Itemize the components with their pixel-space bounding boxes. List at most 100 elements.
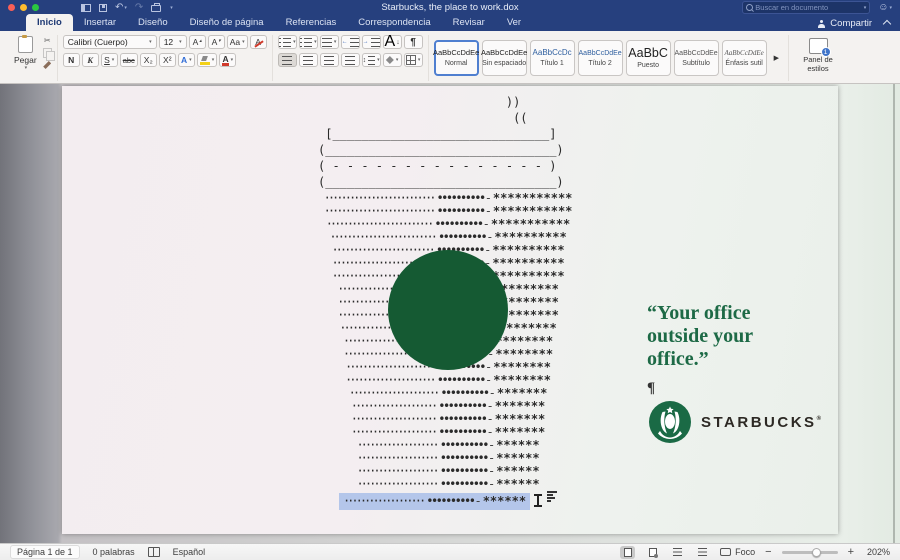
shrink-font-button[interactable]: A — [208, 35, 225, 49]
redo-icon[interactable]: ↷ — [135, 3, 143, 13]
document-page[interactable]: )) (( [______________________________] (… — [62, 86, 838, 534]
print-icon[interactable] — [151, 5, 161, 12]
align-center-button[interactable] — [299, 53, 318, 67]
italic-button[interactable]: K — [82, 53, 99, 67]
paste-button[interactable]: Pegar — [11, 35, 40, 81]
starbucks-brand-block[interactable]: STARBUCKS® — [648, 400, 821, 444]
superscript-button[interactable]: X² — [159, 53, 176, 67]
show-formatting-button[interactable]: ¶ — [404, 35, 423, 49]
style-titulo-2[interactable]: AaBbCcDdEe Título 2 — [578, 40, 623, 76]
style-subtitulo[interactable]: AaBbCcDdEe Subtítulo — [674, 40, 719, 76]
ascii-cup-lid[interactable]: )) (( [______________________________] (… — [318, 94, 578, 190]
increase-indent-button[interactable] — [362, 35, 381, 49]
styles-group: AaBbCcDdEe Normal AaBbCcDdEe Sin espacia… — [429, 35, 789, 81]
share-person-icon — [817, 20, 826, 28]
tab-referencias[interactable]: Referencias — [275, 14, 348, 31]
align-right-button[interactable] — [320, 53, 339, 67]
decrease-indent-button[interactable] — [341, 35, 360, 49]
focus-label: Foco — [735, 547, 755, 557]
justify-button[interactable] — [341, 53, 360, 67]
style-puesto[interactable]: AaBbC Puesto — [626, 40, 671, 76]
bold-button[interactable]: N — [63, 53, 80, 67]
zoom-slider[interactable] — [782, 551, 838, 554]
multilevel-list-button[interactable] — [320, 35, 339, 49]
document-canvas[interactable]: )) (( [______________________________] (… — [0, 84, 900, 543]
borders-icon — [406, 55, 416, 65]
search-input[interactable] — [755, 3, 860, 12]
bullet-list-button[interactable] — [278, 35, 297, 49]
tab-inicio[interactable]: Inicio — [26, 14, 73, 31]
status-bar: Página 1 de 1 0 palabras Español Foco − … — [0, 543, 900, 560]
strikethrough-button[interactable]: abc — [120, 53, 138, 67]
paragraph-group: A ¶ — [273, 35, 429, 81]
layout-toggle-icon[interactable] — [81, 4, 91, 12]
styles-pane-button[interactable]: 1 Panel de estilos — [794, 35, 842, 81]
style-sin-espaciado[interactable]: AaBbCcDdEe Sin espaciado — [482, 40, 527, 76]
zoom-out-button[interactable]: − — [765, 547, 771, 558]
pull-quote-text: “Your office outside your office.” — [647, 302, 812, 371]
tab-ver[interactable]: Ver — [496, 14, 532, 31]
style-titulo-1[interactable]: AaBbCcDc Título 1 — [530, 40, 575, 76]
search-icon — [746, 4, 753, 11]
pull-quote-block[interactable]: “Your office outside your office.” ¶ — [647, 302, 812, 397]
font-size-select[interactable]: 12 — [159, 35, 187, 49]
text-effects-button[interactable]: A — [178, 53, 195, 67]
borders-button[interactable] — [404, 53, 423, 67]
vertical-scrollbar[interactable] — [893, 84, 895, 543]
shading-button[interactable] — [383, 53, 402, 67]
zoom-in-button[interactable]: + — [848, 547, 854, 558]
close-button[interactable] — [8, 4, 15, 11]
proofing-status-icon[interactable] — [148, 547, 160, 557]
undo-icon[interactable]: ↶ — [115, 3, 127, 13]
collapse-ribbon-icon[interactable] — [883, 20, 891, 28]
numbered-list-button[interactable] — [299, 35, 318, 49]
copy-icon[interactable] — [43, 48, 52, 58]
minimize-button[interactable] — [20, 4, 27, 11]
share-button[interactable]: Compartir — [817, 18, 872, 29]
share-label: Compartir — [830, 18, 872, 29]
focus-mode-button[interactable]: Foco — [720, 547, 755, 557]
line-spacing-button[interactable] — [362, 53, 381, 67]
tab-diseno-de-pagina[interactable]: Diseño de página — [179, 14, 275, 31]
word-count-button[interactable]: 0 palabras — [93, 547, 135, 557]
cut-icon[interactable]: ✂ — [44, 37, 51, 45]
page-count-button[interactable]: Página 1 de 1 — [10, 545, 80, 559]
draft-view-button[interactable] — [695, 546, 710, 559]
customize-toolbar-icon[interactable] — [169, 3, 173, 13]
fullscreen-button[interactable] — [32, 4, 39, 11]
tab-diseno[interactable]: Diseño — [127, 14, 179, 31]
styles-gallery-more-icon[interactable]: ▶ — [774, 54, 779, 62]
grow-font-button[interactable]: A — [189, 35, 206, 49]
clear-formatting-button[interactable]: A — [250, 35, 267, 49]
highlight-button[interactable] — [197, 53, 218, 67]
word-window: ↶ ↷ Starbucks, the place to work.dox ☺ I… — [0, 0, 900, 560]
zoom-slider-knob[interactable] — [812, 548, 821, 557]
registered-mark: ® — [817, 416, 821, 422]
style-enfasis-sutil[interactable]: AaBbCcDdEe Énfasis sutil — [722, 40, 767, 76]
change-case-button[interactable]: Aa — [227, 35, 248, 49]
save-icon[interactable] — [99, 4, 107, 12]
web-layout-view-button[interactable] — [645, 546, 660, 559]
tab-revisar[interactable]: Revisar — [442, 14, 496, 31]
print-layout-view-button[interactable] — [620, 546, 635, 559]
titlebar: ↶ ↷ Starbucks, the place to work.dox ☺ — [0, 0, 900, 15]
clipboard-group: Pegar ✂ — [6, 35, 58, 81]
feedback-smiley-icon[interactable]: ☺ — [878, 3, 892, 13]
subscript-button[interactable]: X₂ — [140, 53, 157, 67]
language-button[interactable]: Español — [173, 547, 206, 557]
format-painter-icon[interactable] — [43, 61, 51, 69]
search-field[interactable] — [742, 1, 870, 14]
font-name-select[interactable]: Calibri (Cuerpo) — [63, 35, 157, 49]
underline-button[interactable]: S — [101, 53, 118, 67]
font-color-button[interactable]: A — [219, 53, 236, 67]
tab-insertar[interactable]: Insertar — [73, 14, 127, 31]
outline-view-button[interactable] — [670, 546, 685, 559]
styles-pane-icon: 1 — [809, 38, 828, 54]
align-left-button[interactable] — [278, 53, 297, 67]
sort-button[interactable]: A — [383, 35, 402, 49]
zoom-level[interactable]: 202% — [864, 547, 890, 557]
tab-correspondencia[interactable]: Correspondencia — [347, 14, 441, 31]
style-normal[interactable]: AaBbCcDdEe Normal — [434, 40, 479, 76]
starbucks-wordmark: STARBUCKS® — [701, 414, 821, 431]
green-circle-graphic[interactable] — [388, 250, 508, 370]
